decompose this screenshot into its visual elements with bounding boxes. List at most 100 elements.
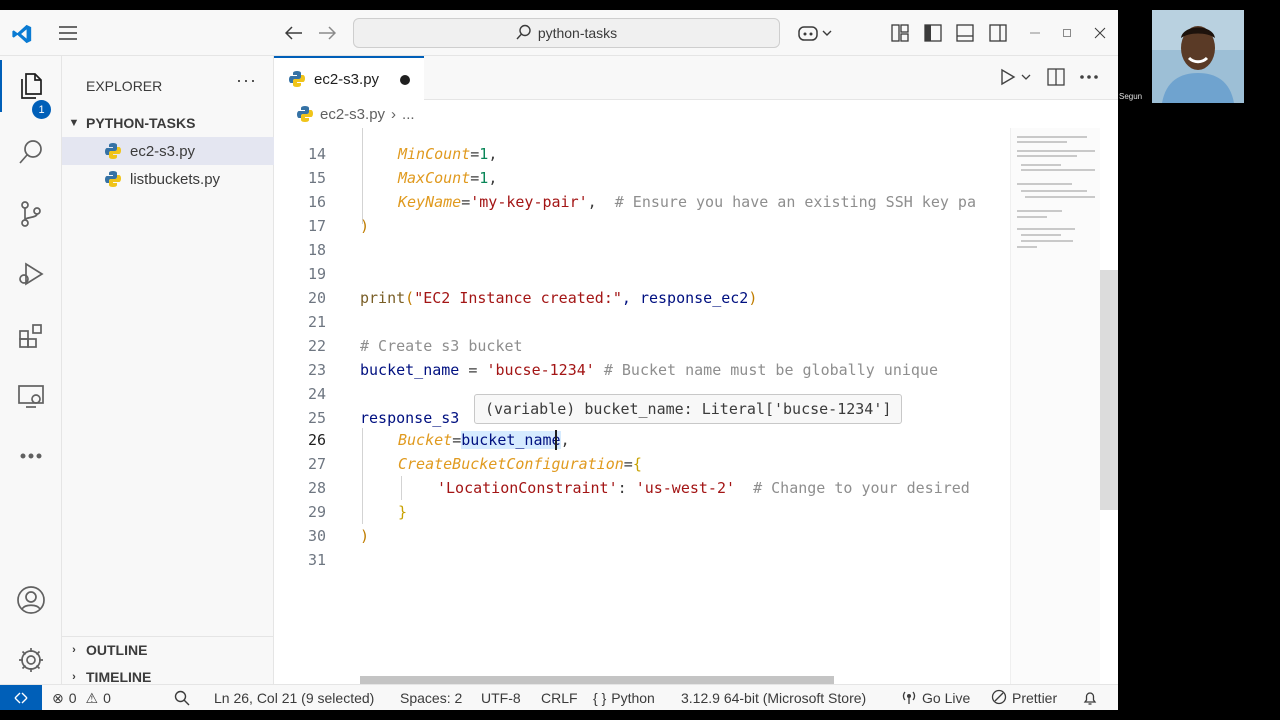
forward-arrow-icon[interactable] [317,24,337,42]
code-line-28: 'LocationConstraint': 'us-west-2' # Chan… [437,479,970,497]
error-icon: ⊗ [52,689,64,706]
broadcast-icon [901,689,917,708]
code-line-23: bucket_name = 'bucse-1234' # Bucket name… [360,361,938,379]
go-live-label: Go Live [922,690,971,706]
close-window-icon[interactable] [1093,24,1107,42]
code-line-26: Bucket=bucket_name, [398,431,570,449]
vertical-scrollbar[interactable] [1100,270,1118,510]
code-line-22: # Create s3 bucket [360,337,523,355]
chevron-down-icon: ▼ [68,117,80,129]
minimap-line [1017,246,1037,248]
editor-more-actions-icon[interactable] [1078,66,1100,88]
remote-explorer-icon[interactable] [0,370,62,422]
warning-icon: ⚠ [85,689,99,706]
explorer-icon[interactable]: 1 [0,60,62,119]
source-control-icon[interactable] [0,188,62,240]
remote-indicator-icon[interactable] [0,685,42,710]
end-of-line[interactable]: CRLF [541,685,578,710]
folder-section-python-tasks[interactable]: ▼ PYTHON-TASKS [62,110,274,136]
explorer-more-actions[interactable]: ··· [236,70,257,91]
restore-icon[interactable] [1060,24,1074,42]
outline-section[interactable]: › OUTLINE [62,636,274,662]
file-item-ec2-s3[interactable]: ec2-s3.py [62,137,274,165]
toggle-primary-sidebar-icon[interactable] [923,23,943,43]
python-file-icon [104,170,122,188]
command-center-search[interactable]: python-tasks [353,18,780,48]
tab-ec2-s3[interactable]: ec2-s3.py [274,56,424,100]
line-number: 30 [307,527,326,545]
code-line-25: response_s3 [360,409,460,427]
minimap-line [1017,136,1087,138]
go-live-button[interactable]: Go Live [901,685,970,710]
indent-guide [401,476,402,500]
minimize-icon[interactable] [1028,24,1042,42]
screen: python-tasks 1 EXPLORER ··· ▼ PYTHON-TAS… [0,0,1280,720]
code-editor[interactable]: 14 15 16 17 18 19 20 21 22 23 24 25 26 2… [274,128,1010,684]
menu-icon[interactable] [56,22,80,44]
file-item-listbuckets[interactable]: listbuckets.py [62,165,274,193]
python-file-icon [296,105,314,123]
language-mode[interactable]: { } Python [593,685,655,710]
prettier-button[interactable]: Prettier [991,685,1057,710]
unsaved-dot-icon[interactable] [400,75,410,85]
python-file-icon [104,142,122,160]
cursor-position[interactable]: Ln 26, Col 21 (9 selected) [214,685,374,710]
settings-gear-icon[interactable] [0,634,62,686]
text-cursor [555,430,557,450]
line-number-current: 26 [307,431,326,449]
code-line-15: MaxCount=1, [398,169,498,187]
minimap-line [1017,210,1062,212]
line-number: 23 [307,361,326,379]
toggle-secondary-sidebar-icon[interactable] [988,23,1008,43]
minimap-line [1017,141,1067,143]
copilot-icon[interactable] [795,22,835,44]
file-name: listbuckets.py [130,170,221,188]
extensions-icon[interactable] [0,310,62,362]
line-number: 19 [307,265,326,283]
python-file-icon [288,70,306,88]
line-number: 28 [307,479,326,497]
prettier-icon [991,689,1007,708]
minimap-line [1017,155,1077,157]
horizontal-scrollbar[interactable] [360,676,834,684]
webcam-video [1152,10,1244,103]
line-number: 27 [307,455,326,473]
breadcrumb: ec2-s3.py › ... [274,100,1118,128]
customize-layout-icon[interactable] [890,23,910,43]
accounts-icon[interactable] [0,574,62,626]
run-python-file-icon[interactable] [996,66,1036,88]
breadcrumb-symbols[interactable]: ... [402,106,415,123]
minimap[interactable] [1010,128,1100,684]
notifications-bell-icon[interactable] [1082,685,1098,710]
problems-indicator[interactable]: ⊗ 0 ⚠ 0 [52,685,111,710]
chevron-right-icon: › [72,643,76,656]
vscode-window: python-tasks 1 EXPLORER ··· ▼ PYTHON-TAS… [0,10,1118,710]
code-line-20: print("EC2 Instance created:", response_… [360,289,758,307]
encoding[interactable]: UTF-8 [481,685,521,710]
indentation[interactable]: Spaces: 2 [400,685,462,710]
toggle-panel-icon[interactable] [955,23,975,43]
code-line-27: CreateBucketConfiguration={ [398,455,642,473]
minimap-line [1021,240,1073,242]
code-line-17: ) [360,217,370,235]
more-views-icon[interactable] [0,430,62,482]
chevron-right-icon: › [72,671,76,683]
folder-name: PYTHON-TASKS [86,115,196,131]
python-interpreter[interactable]: 3.12.9 64-bit (Microsoft Store) [681,685,866,710]
hover-tooltip: (variable) bucket_name: Literal['bucse-1… [474,394,903,424]
minimap-line [1021,164,1061,166]
search-sidebar-icon[interactable] [0,126,62,178]
line-number: 16 [307,193,326,211]
line-number: 15 [307,169,326,187]
line-number: 14 [307,145,326,163]
outline-label: OUTLINE [86,641,148,658]
explorer-title: EXPLORER [86,78,163,94]
code-line-14: MinCount=1, [398,145,498,163]
zoom-icon[interactable] [174,685,190,710]
run-debug-icon[interactable] [0,248,62,300]
back-arrow-icon[interactable] [284,24,304,42]
split-editor-icon[interactable] [1046,66,1066,88]
indent-guide [362,128,363,224]
title-bar: python-tasks [0,10,1118,56]
breadcrumb-file[interactable]: ec2-s3.py [320,106,385,123]
